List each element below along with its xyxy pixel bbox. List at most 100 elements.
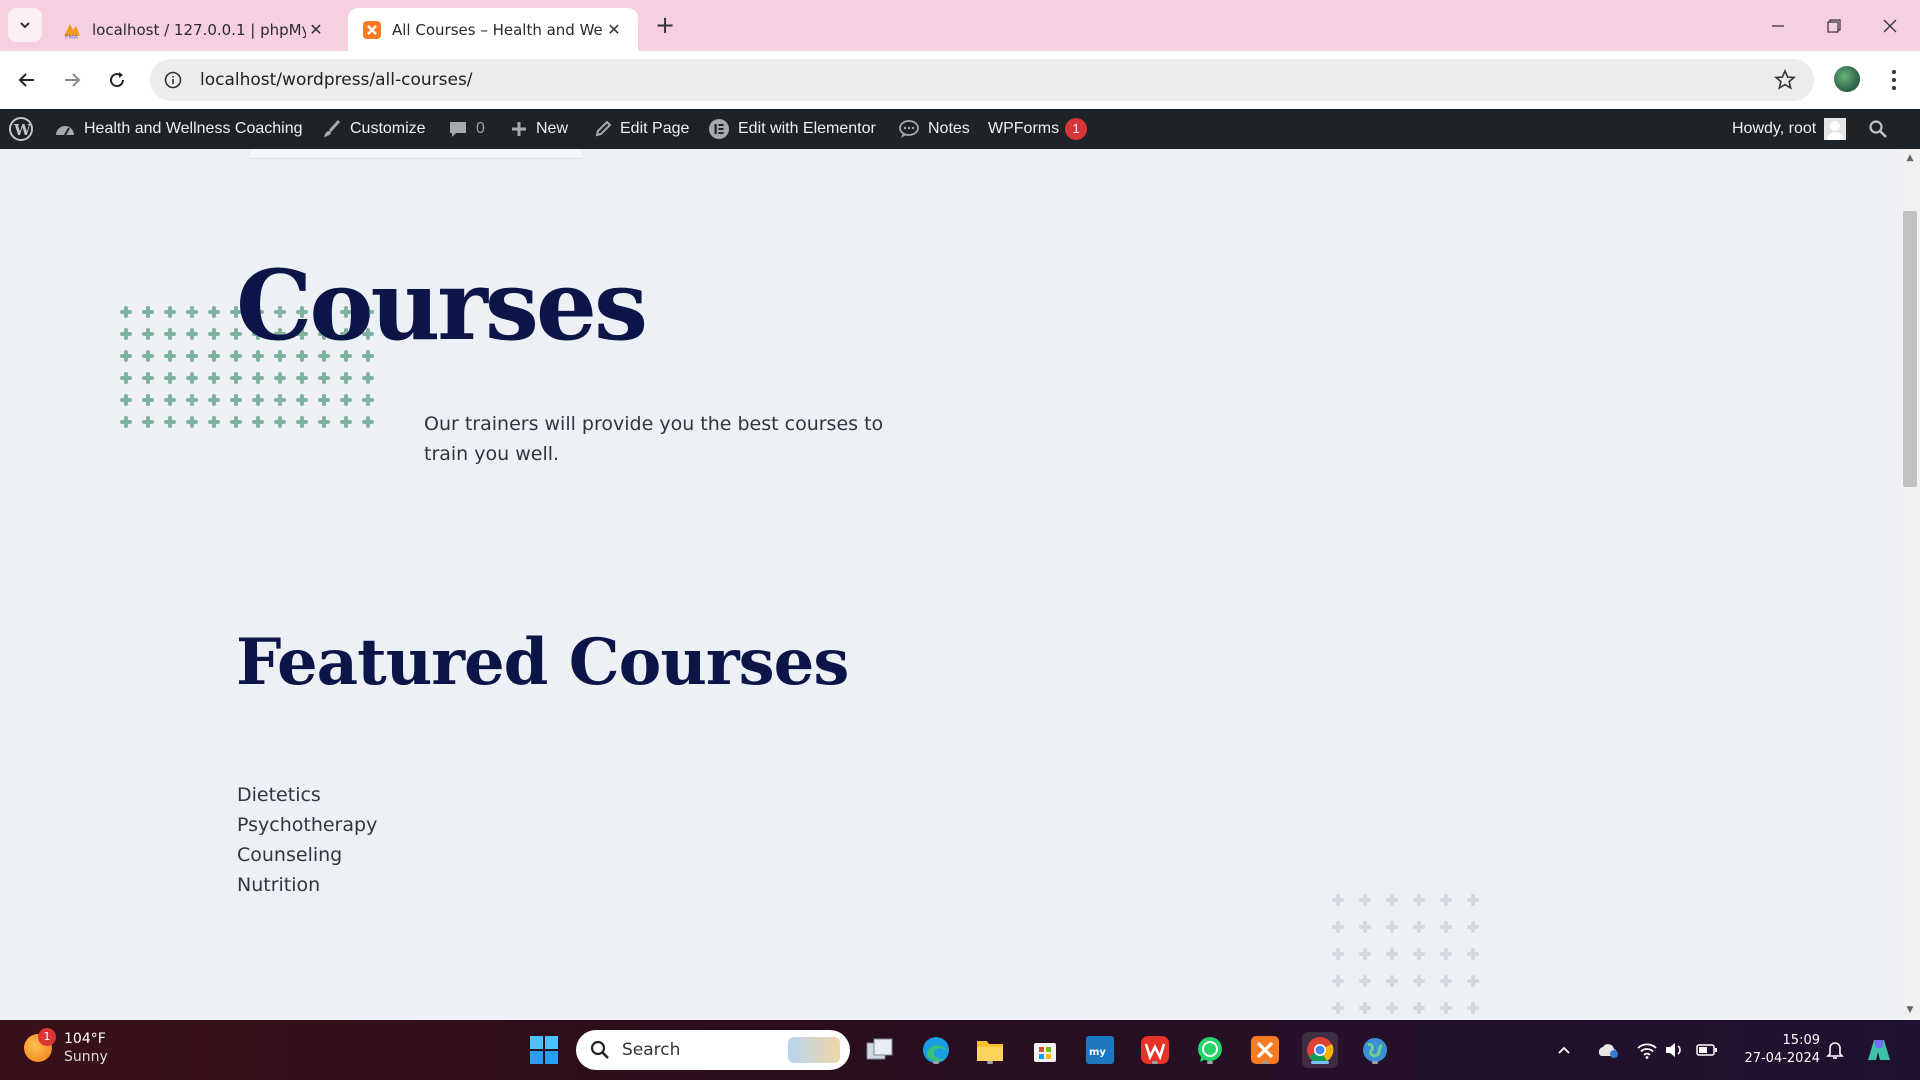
edit-page-link[interactable]: Edit Page bbox=[594, 109, 689, 149]
wordpress-logo-icon[interactable]: W bbox=[8, 109, 42, 149]
back-button[interactable] bbox=[10, 63, 44, 97]
clock-date: 27-04-2024 bbox=[1744, 1051, 1820, 1066]
address-bar[interactable]: localhost/wordpress/all-courses/ bbox=[150, 59, 1814, 101]
page-scrollbar[interactable]: ▲ ▼ bbox=[1900, 149, 1920, 1021]
admin-search-button[interactable] bbox=[1868, 109, 1896, 149]
chrome-icon[interactable] bbox=[1302, 1032, 1338, 1068]
new-label: New bbox=[536, 120, 569, 137]
task-view-icon[interactable] bbox=[862, 1032, 898, 1068]
comments-link[interactable]: 0 bbox=[448, 109, 485, 149]
tab-all-courses[interactable]: All Courses – Health and Wellne ✕ bbox=[348, 8, 638, 51]
forward-button[interactable] bbox=[55, 63, 89, 97]
system-clock[interactable]: 15:09 27-04-2024 bbox=[1730, 1032, 1820, 1068]
wps-office-icon[interactable] bbox=[1137, 1032, 1173, 1068]
plus-dot-icon bbox=[1325, 914, 1352, 941]
plus-dot-icon bbox=[1325, 941, 1352, 968]
customize-link[interactable]: Customize bbox=[322, 109, 426, 149]
plus-dot-icon bbox=[247, 389, 269, 411]
plus-dot-icon bbox=[203, 345, 225, 367]
plus-dot-icon bbox=[335, 367, 357, 389]
chevron-up-icon bbox=[1558, 1046, 1570, 1054]
plus-dot-icon bbox=[335, 389, 357, 411]
xampp-control-icon[interactable] bbox=[1247, 1032, 1283, 1068]
plus-dot-icon bbox=[357, 411, 379, 433]
whatsapp-icon[interactable] bbox=[1192, 1032, 1228, 1068]
reload-button[interactable] bbox=[100, 63, 134, 97]
show-hidden-icons-button[interactable] bbox=[1556, 1020, 1572, 1080]
plus-dot-icon bbox=[1460, 968, 1487, 995]
plus-dot-icon bbox=[225, 411, 247, 433]
mysql-workbench-icon[interactable]: my bbox=[1082, 1032, 1118, 1068]
edit-with-elementor-link[interactable]: Edit with Elementor bbox=[708, 109, 876, 149]
plus-dot-icon bbox=[203, 367, 225, 389]
new-content-menu[interactable]: New bbox=[510, 109, 568, 149]
plus-dot-icon bbox=[357, 367, 379, 389]
notes-link[interactable]: Notes bbox=[898, 109, 970, 149]
onedrive-icon[interactable] bbox=[1596, 1020, 1620, 1080]
globe-app-icon[interactable] bbox=[1357, 1032, 1393, 1068]
list-item: Counseling bbox=[237, 844, 343, 866]
search-icon bbox=[590, 1040, 609, 1059]
restore-button[interactable] bbox=[1806, 0, 1862, 51]
taskbar-search[interactable]: Search bbox=[576, 1030, 850, 1070]
plus-dot-icon bbox=[1325, 887, 1352, 914]
search-icon bbox=[1869, 120, 1887, 138]
plus-dot-icon bbox=[313, 367, 335, 389]
wpforms-menu[interactable]: WPForms 1 bbox=[988, 109, 1088, 149]
plus-dot-icon bbox=[181, 367, 203, 389]
pencil-icon bbox=[595, 120, 612, 137]
close-icon bbox=[1883, 19, 1897, 32]
close-icon[interactable]: ✕ bbox=[306, 20, 326, 39]
plus-dot-icon bbox=[1379, 887, 1406, 914]
site-name-menu[interactable]: Health and Wellness Coaching bbox=[54, 109, 303, 149]
speech-bubble-icon bbox=[899, 120, 919, 138]
my-account-menu[interactable]: Howdy, root bbox=[1732, 109, 1847, 149]
bookmark-star-icon[interactable] bbox=[1773, 68, 1797, 95]
course-list: Dietetics Psychotherapy Counseling Nutri… bbox=[237, 780, 377, 900]
tab-phpmyadmin[interactable]: PMA localhost / 127.0.0.1 | phpMyAd ✕ bbox=[48, 8, 340, 51]
howdy-label: Howdy, root bbox=[1732, 120, 1817, 137]
notes-label: Notes bbox=[928, 120, 970, 137]
wifi-icon[interactable] bbox=[1636, 1020, 1658, 1080]
running-indicator bbox=[1311, 1061, 1329, 1064]
copilot-icon[interactable] bbox=[1864, 1020, 1894, 1080]
scroll-down-icon[interactable]: ▼ bbox=[1905, 1005, 1915, 1015]
plus-dot-icon bbox=[1379, 995, 1406, 1021]
plus-dot-icon bbox=[137, 389, 159, 411]
edge-browser-icon[interactable] bbox=[918, 1032, 954, 1068]
tab-search-button[interactable] bbox=[8, 8, 42, 42]
scrollbar-thumb[interactable] bbox=[1903, 211, 1917, 487]
user-avatar-icon bbox=[1824, 118, 1847, 140]
battery-icon[interactable] bbox=[1696, 1020, 1718, 1080]
plus-dot-icon bbox=[137, 323, 159, 345]
close-icon[interactable]: ✕ bbox=[604, 20, 624, 39]
weather-widget[interactable]: 1 104°F Sunny bbox=[24, 1028, 108, 1066]
volume-icon[interactable] bbox=[1664, 1020, 1684, 1080]
start-button[interactable] bbox=[526, 1032, 562, 1068]
minimize-button[interactable] bbox=[1750, 0, 1806, 51]
new-tab-button[interactable]: + bbox=[651, 12, 679, 40]
plus-dot-icon bbox=[1460, 995, 1487, 1021]
plus-dot-icon bbox=[137, 345, 159, 367]
minimize-icon bbox=[1772, 24, 1784, 27]
plus-dot-icon bbox=[1379, 914, 1406, 941]
microsoft-store-icon[interactable] bbox=[1027, 1032, 1063, 1068]
plus-dot-icon bbox=[203, 389, 225, 411]
url-text[interactable]: localhost/wordpress/all-courses/ bbox=[200, 70, 473, 90]
decorative-plus-pattern bbox=[1325, 887, 1487, 1021]
file-explorer-icon[interactable] bbox=[972, 1032, 1008, 1068]
list-item: Dietetics bbox=[237, 784, 321, 806]
notifications-button[interactable] bbox=[1826, 1020, 1844, 1080]
scroll-up-icon[interactable]: ▲ bbox=[1905, 153, 1915, 163]
browser-menu-button[interactable] bbox=[1882, 67, 1906, 93]
plus-dot-icon bbox=[159, 323, 181, 345]
plus-dot-icon bbox=[137, 301, 159, 323]
plus-dot-icon bbox=[1406, 968, 1433, 995]
close-window-button[interactable] bbox=[1862, 0, 1918, 51]
site-name-label: Health and Wellness Coaching bbox=[84, 120, 303, 137]
weather-condition: Sunny bbox=[64, 1049, 108, 1065]
site-info-icon[interactable] bbox=[162, 69, 184, 91]
plus-dot-icon bbox=[291, 411, 313, 433]
plus-dot-icon bbox=[225, 367, 247, 389]
profile-avatar[interactable] bbox=[1834, 66, 1860, 92]
